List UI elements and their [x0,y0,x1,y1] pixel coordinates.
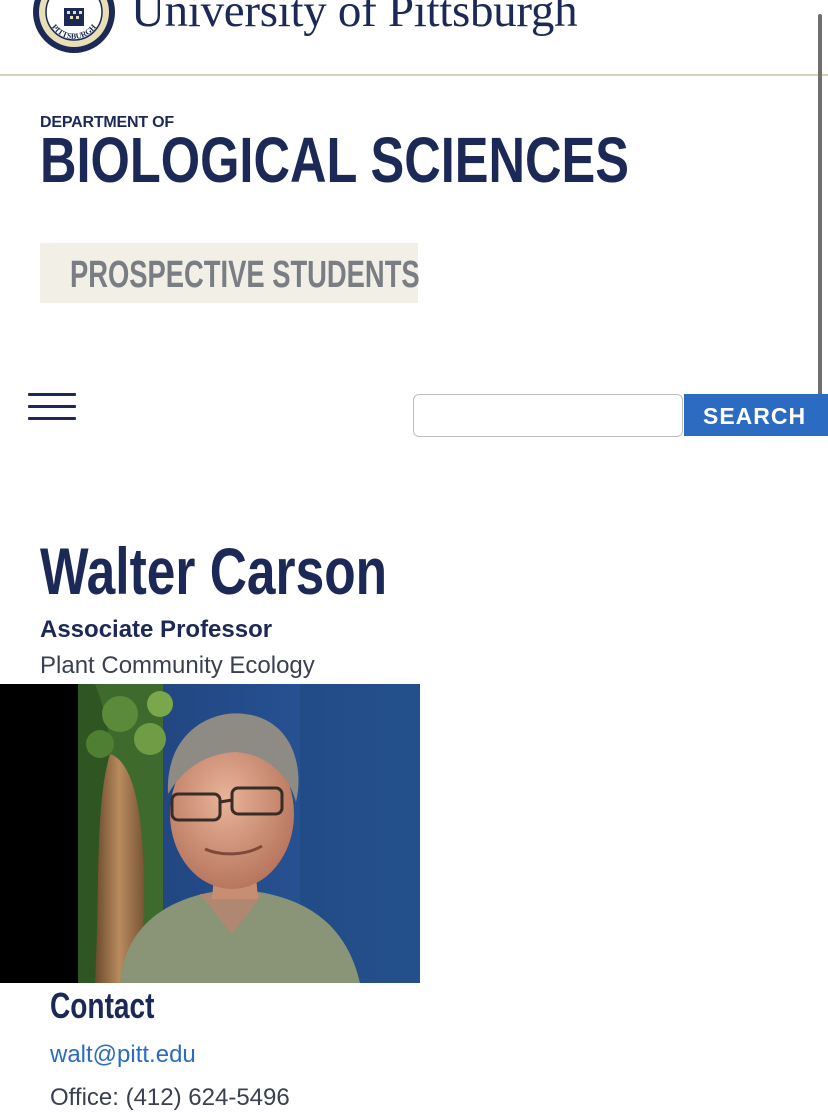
university-seal-logo[interactable]: PITTSBURGH [32,0,116,54]
university-name[interactable]: University of Pittsburgh [131,0,578,38]
contact-heading: Contact [50,985,155,1026]
page-scrollbar[interactable] [818,14,822,396]
prospective-students-link[interactable]: PROSPECTIVE STUDENTS [40,243,420,303]
site-header: PITTSBURGH University of Pittsburgh [0,0,828,76]
profile-research-field: Plant Community Ecology [40,652,315,679]
profile-name: Walter Carson [40,534,388,608]
profile-photo [0,684,420,983]
prospective-students-label: PROSPECTIVE STUDENTS [70,254,420,296]
department-name[interactable]: BIOLOGICAL SCIENCES [40,128,629,192]
search-button[interactable]: SEARCH [684,394,828,436]
search-input[interactable] [413,394,683,437]
contact-email-link[interactable]: walt@pitt.edu [50,1041,196,1069]
hamburger-icon[interactable] [28,393,76,423]
profile-title: Associate Professor [40,616,273,643]
